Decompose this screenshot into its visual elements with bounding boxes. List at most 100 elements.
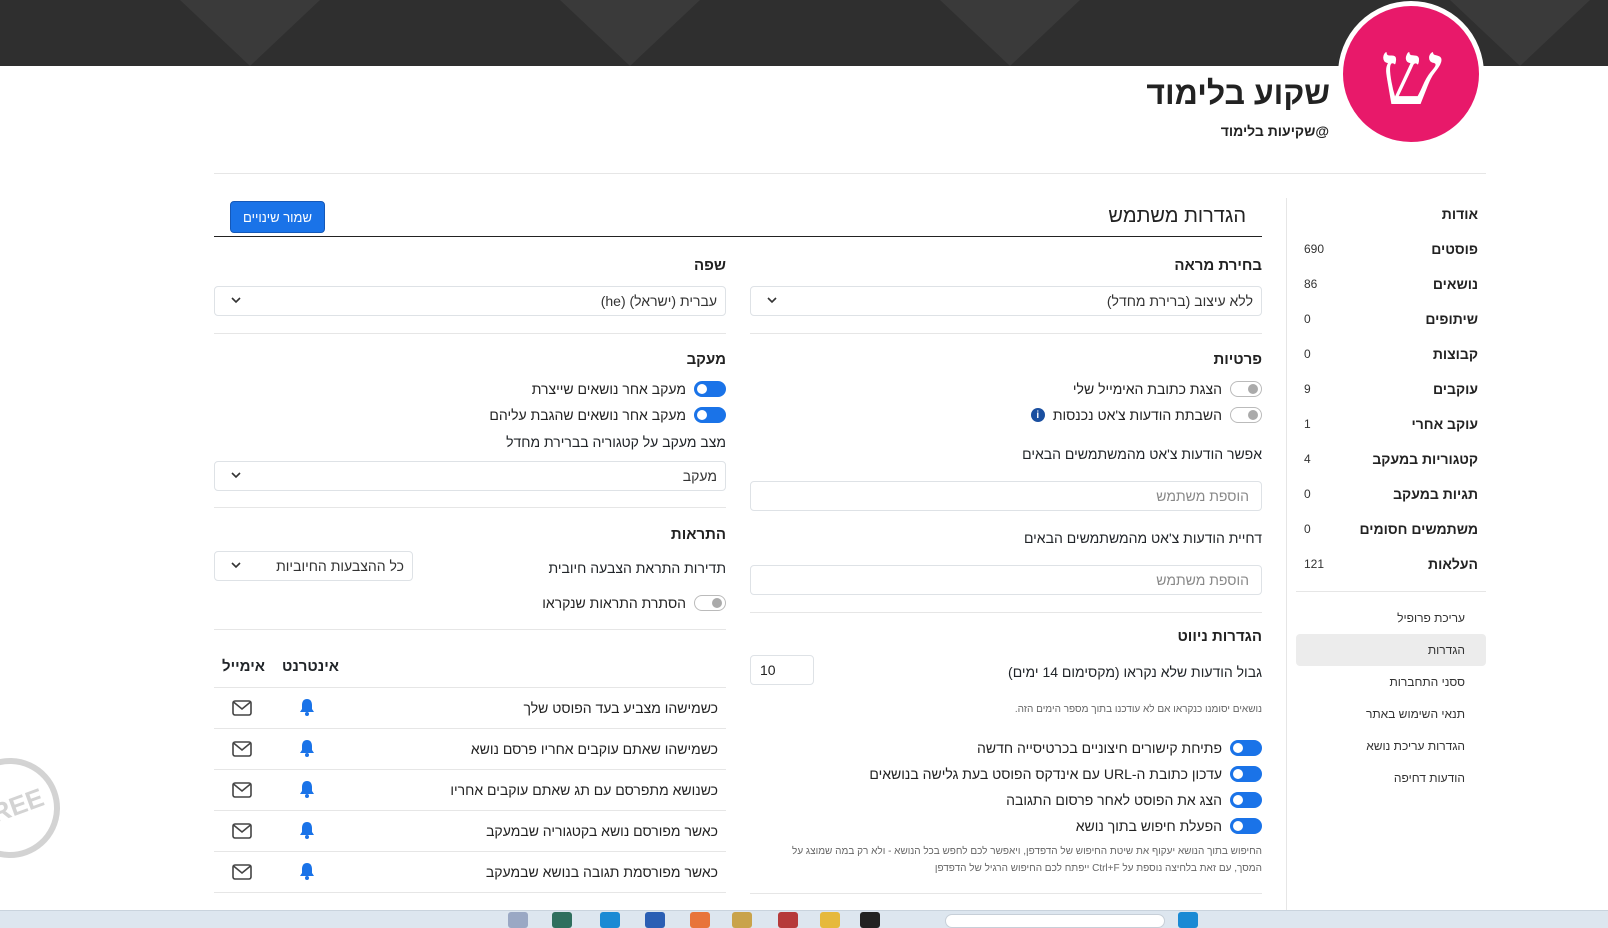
divider (750, 333, 1262, 334)
profile-handle: @שקיעות בלימוד (1220, 123, 1329, 139)
sidebar-item-watched-tags[interactable]: תגיות במעקב 0 (1296, 478, 1486, 513)
appearance-select[interactable]: ללא עיצוב (ברירת מחדל) (750, 286, 1262, 316)
taskbar-app-icon[interactable] (508, 912, 528, 928)
follow-replied-toggle[interactable] (694, 407, 726, 423)
chevron-down-icon (765, 293, 779, 310)
max-unread-input[interactable]: 10 (750, 655, 814, 685)
bell-icon[interactable] (297, 697, 317, 722)
sidebar-item-about[interactable]: אודות (1296, 198, 1486, 233)
email-icon[interactable] (232, 741, 252, 762)
mute-chat-label: השבתת הודעות צ'אט נכנסות (1052, 407, 1222, 423)
taskbar-app-icon[interactable] (1178, 912, 1198, 928)
category-tracking-value: מעקב (682, 468, 717, 484)
taskbar-app-icon[interactable] (732, 912, 752, 928)
sidebar-item-shares[interactable]: שיתופים 0 (1296, 303, 1486, 338)
email-icon[interactable] (232, 864, 252, 885)
taskbar-app-icon[interactable] (600, 912, 620, 928)
email-icon[interactable] (232, 823, 252, 844)
sidebar-item-watched-categories[interactable]: קטגוריות במעקב 4 (1296, 443, 1486, 478)
upvote-frequency-select[interactable]: כל ההצבעות החיוביות (214, 551, 413, 581)
category-tracking-select[interactable]: מעקב (214, 461, 726, 491)
show-email-label: הצגת כתובת האימייל שלי (1072, 381, 1222, 397)
sidebar-link-sessions[interactable]: ססני התחברות (1296, 666, 1486, 698)
search-note-line-2: המסך, עם זאת בלחיצה נוספת על Ctrl+F ייפת… (934, 863, 1262, 874)
taskbar-app-icon[interactable] (820, 912, 840, 928)
update-url-label: עדכון כתובת ה-URL עם אינדקס הפוסט בעת גל… (869, 766, 1222, 782)
sidebar-item-followers[interactable]: עוקבים 9 (1296, 373, 1486, 408)
sidebar-separator (1296, 591, 1486, 592)
taskbar-app-icon[interactable] (778, 912, 798, 928)
upvote-frequency-label: תדירות התראת הצבעה חיובית (548, 560, 726, 576)
show-post-toggle[interactable] (1230, 792, 1262, 808)
taskbar-app-icon[interactable] (690, 912, 710, 928)
column-email: אימייל (222, 658, 265, 675)
max-unread-label: גבול הודעות שלא נקראו (מקסימום 14 ימים) (1008, 664, 1262, 680)
search-note-line-1: החיפוש בתוך הנושא יעקוף את שיטת החיפוש ש… (792, 846, 1262, 857)
bell-icon[interactable] (297, 820, 317, 845)
notification-row-label: כשמישהו שאתם עוקבים אחריו פרסם נושא (470, 741, 718, 757)
follow-created-row: מעקב אחר נושאים שייצרת (532, 381, 726, 397)
hide-read-row: הסתרת התראות שנקראו (542, 595, 726, 611)
category-tracking-label: מצב מעקב על קטגוריה בברירת מחדל (506, 434, 726, 450)
taskbar-app-icon[interactable] (860, 912, 880, 928)
title-underline (214, 236, 1262, 237)
divider (214, 333, 726, 334)
sidebar-item-groups[interactable]: קבוצות 0 (1296, 338, 1486, 373)
taskbar-app-icon[interactable] (645, 912, 665, 928)
follow-created-toggle[interactable] (694, 381, 726, 397)
notification-row: כשמישהו מצביע בעד הפוסט שלך (214, 687, 726, 728)
notifications-title: התראות (670, 526, 726, 543)
show-post-label: הצג את הפוסט לאחר פרסום התגובה (1006, 792, 1222, 808)
column-web: אינטרנט (282, 658, 339, 675)
deny-chat-input[interactable]: הוספת משתמש (750, 565, 1262, 595)
sidebar-link-settings[interactable]: הגדרות (1296, 634, 1486, 666)
notification-row-label: כשמישהו מצביע בעד הפוסט שלך (523, 700, 718, 716)
info-icon[interactable]: i (1030, 408, 1045, 422)
topic-search-label: הפעלת חיפוש בתוך נושא (1075, 818, 1222, 834)
sidebar-link-push-notifications[interactable]: הודעות דחיפה (1296, 762, 1486, 794)
bell-icon[interactable] (297, 738, 317, 763)
show-email-row: הצגת כתובת האימייל שלי (1073, 381, 1262, 397)
hide-read-toggle[interactable] (694, 595, 726, 611)
taskbar-app-icon[interactable] (552, 912, 572, 928)
show-email-toggle[interactable] (1230, 381, 1262, 397)
appearance-value: ללא עיצוב (ברירת מחדל) (1106, 293, 1253, 309)
sidebar-item-uploads[interactable]: העלאות 121 (1296, 548, 1486, 583)
tracking-title: מעקב (686, 351, 726, 368)
hide-read-label: הסתרת התראות שנקראו (542, 595, 686, 611)
sidebar-item-topics[interactable]: נושאים 86 (1296, 268, 1486, 303)
appearance-title: בחירת מראה (1174, 257, 1262, 274)
divider (214, 892, 726, 893)
notification-row-label: כשנושא מתפרסם עם תג שאתם עוקבים אחריו (450, 782, 718, 798)
language-value: עברית (ישראל) (he) (600, 293, 717, 309)
follow-replied-row: מעקב אחר נושאים שהגבת עליהם (489, 407, 726, 423)
allow-chat-label: אפשר הודעות צ'אט מהמשתמשים הבאים (1022, 446, 1262, 462)
sidebar-link-terms[interactable]: תנאי השימוש באתר (1296, 698, 1486, 730)
sidebar-item-blocked-users[interactable]: משתמשים חסומים 0 (1296, 513, 1486, 548)
mute-chat-toggle[interactable] (1230, 407, 1262, 423)
taskbar-search-box[interactable] (945, 914, 1165, 928)
sidebar-divider (1286, 198, 1287, 910)
sidebar-item-posts[interactable]: פוסטים 690 (1296, 233, 1486, 268)
open-links-toggle[interactable] (1230, 740, 1262, 756)
update-url-toggle[interactable] (1230, 766, 1262, 782)
sidebar-link-topic-edit-settings[interactable]: הגדרות עריכת נושא (1296, 730, 1486, 762)
topic-search-toggle[interactable] (1230, 818, 1262, 834)
save-button[interactable]: שמור שינויים (230, 201, 325, 233)
follow-replied-label: מעקב אחר נושאים שהגבת עליהם (489, 407, 686, 423)
follow-created-label: מעקב אחר נושאים שייצרת (531, 381, 686, 397)
upvote-frequency-value: כל ההצבעות החיוביות (276, 558, 404, 574)
header-divider (214, 173, 1486, 174)
allow-chat-input[interactable]: הוספת משתמש (750, 481, 1262, 511)
email-icon[interactable] (232, 700, 252, 721)
bell-icon[interactable] (297, 861, 317, 886)
allow-chat-placeholder: הוספת משתמש (1156, 488, 1249, 504)
bell-icon[interactable] (297, 779, 317, 804)
email-icon[interactable] (232, 782, 252, 803)
sidebar-link-edit-profile[interactable]: עריכת פרופיל (1296, 602, 1486, 634)
sidebar-item-following[interactable]: עוקב אחרי 1 (1296, 408, 1486, 443)
profile-sidebar: אודות פוסטים 690 נושאים 86 שיתופים 0 קבוצות… (1296, 198, 1486, 794)
max-unread-value: 10 (760, 662, 776, 678)
language-select[interactable]: עברית (ישראל) (he) (214, 286, 726, 316)
avatar[interactable]: ש (1338, 1, 1484, 147)
